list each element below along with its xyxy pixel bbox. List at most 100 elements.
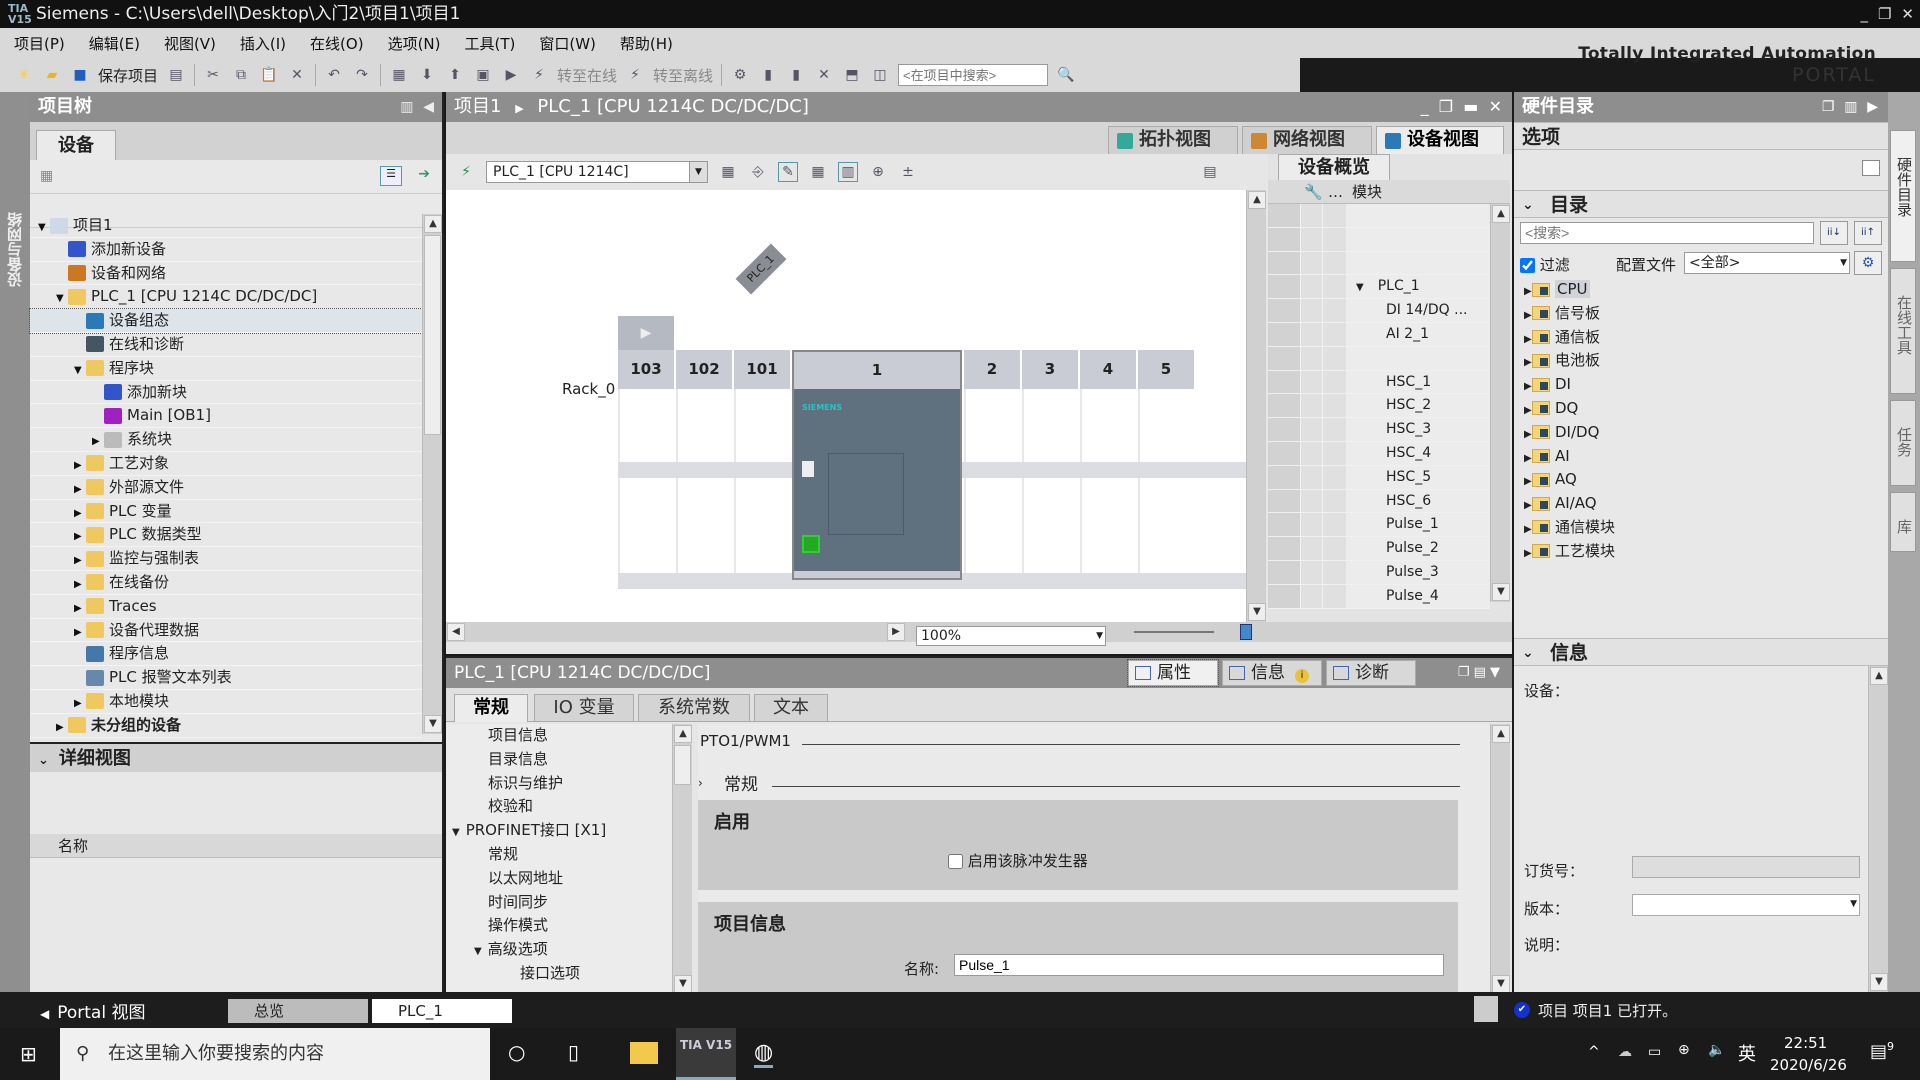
empty-slot[interactable] — [1138, 389, 1194, 579]
expanded-arrow-icon[interactable]: ▼ — [56, 287, 68, 311]
collapsed-arrow-icon[interactable]: ▶ — [1514, 375, 1532, 399]
property-nav-item[interactable]: 操作模式 — [446, 914, 672, 938]
collapsed-arrow-icon[interactable]: ▶ — [92, 430, 104, 454]
taskbar-search[interactable]: ⚲ 在这里输入你要搜索的内容 — [60, 1028, 490, 1080]
info-section-header[interactable]: ⌄ 信息 — [1514, 638, 1888, 666]
catalog-category[interactable]: ▶ 电池板 — [1514, 349, 1888, 373]
detail-view-header[interactable]: ⌄ 详细视图 — [30, 742, 442, 772]
go-offline-icon[interactable]: ⚡ — [625, 65, 645, 85]
device-canvas[interactable]: PLC_1 ▶ Rack_0 103 102 101 2 3 4 5 1 SIEMENS — [446, 190, 1246, 622]
scroll-down-button[interactable]: ▼ — [1870, 973, 1888, 991]
property-nav-item[interactable]: ▼ PROFINET接口 [X1] — [446, 819, 672, 843]
volume-icon[interactable]: 🔈 — [1708, 1042, 1725, 1058]
collapsed-arrow-icon[interactable]: ▶ — [1514, 494, 1532, 518]
catalog-section[interactable]: ⌄ 目录 — [1514, 190, 1888, 218]
network-icon[interactable]: ⊕ — [1678, 1042, 1690, 1058]
search-down-icon[interactable]: ii↓ — [1820, 221, 1848, 245]
menu-options[interactable]: 选项(N) — [388, 33, 441, 54]
float-editor-icon[interactable]: ❐ — [1439, 97, 1453, 116]
go-offline-button[interactable]: 转至离线 — [653, 65, 713, 86]
slot-header[interactable]: 103 — [618, 350, 674, 389]
cross-reference-icon[interactable]: ✕ — [814, 65, 834, 85]
download-icon[interactable]: ⬇ — [417, 65, 437, 85]
taskcard-online-tools[interactable]: 在线工具 — [1890, 268, 1916, 394]
property-content-scrollbar[interactable]: ▲ ▼ — [1490, 724, 1510, 994]
layout-icon[interactable]: ▥ — [1844, 99, 1857, 115]
taskbar-plc-tab[interactable]: PLC_1 — [372, 999, 512, 1023]
chevron-down-icon[interactable]: ▼ — [689, 162, 707, 182]
empty-slot[interactable] — [676, 389, 732, 579]
collapsed-arrow-icon[interactable]: ▶ — [1514, 399, 1532, 423]
overview-row[interactable]: DI 14/DQ ... — [1268, 299, 1490, 323]
property-nav-item[interactable]: 接口选项 — [446, 962, 672, 986]
menu-help[interactable]: 帮助(H) — [620, 33, 673, 54]
tree-item[interactable]: PLC 报警文本列表 — [30, 666, 422, 690]
expanded-arrow-icon[interactable]: ▼ — [474, 946, 482, 957]
close-button[interactable]: ✕ — [1901, 0, 1914, 28]
subsection-title[interactable]: 常规 — [724, 770, 758, 795]
plc-tag[interactable]: PLC_1 — [735, 243, 787, 295]
collapsed-arrow-icon[interactable]: ▶ — [74, 478, 86, 502]
catalog-category[interactable]: ▶ AI/AQ — [1514, 492, 1888, 516]
property-nav-item[interactable]: 时间同步 — [446, 891, 672, 915]
device-select[interactable]: PLC_1 [CPU 1214C] ▼ — [486, 161, 708, 183]
tree-item[interactable]: 程序信息 — [30, 642, 422, 667]
tia-portal-taskbar-button[interactable]: TIA V15 — [676, 1028, 736, 1080]
scroll-up-button[interactable]: ▲ — [674, 725, 692, 743]
overview-icon[interactable]: ▥ — [838, 162, 858, 182]
ime-indicator[interactable]: 英 — [1738, 1040, 1756, 1066]
overview-row[interactable] — [1268, 251, 1490, 276]
panel-float-icon[interactable]: ❐ ▤ ▼ — [1458, 658, 1500, 688]
accessible-devices-icon[interactable]: ⚙ — [730, 65, 750, 85]
task-view-icon[interactable]: ▯ — [568, 1040, 579, 1064]
expand-chevron-icon[interactable]: › — [698, 776, 703, 790]
overview-row[interactable]: HSC_3 — [1268, 418, 1490, 442]
subtab-texts[interactable]: 文本 — [754, 694, 828, 722]
project-tree-scrollbar[interactable]: ▲ ▼ — [422, 214, 442, 734]
collapsed-arrow-icon[interactable]: ▶ — [74, 502, 86, 526]
subtab-general[interactable]: 常规 — [454, 694, 528, 722]
onedrive-icon[interactable]: ☁ — [1618, 1044, 1632, 1060]
start-cpu-icon[interactable]: ▮ — [758, 65, 778, 85]
taskbar-overview-tab[interactable]: 总览 — [228, 999, 368, 1023]
scroll-up-button[interactable]: ▲ — [424, 215, 442, 233]
compile-icon[interactable]: ▦ — [389, 65, 409, 85]
collapsed-arrow-icon[interactable]: ▶ — [74, 692, 86, 716]
stop-cpu-icon[interactable]: ▮ — [786, 65, 806, 85]
profile-select[interactable]: <全部> ▼ — [1684, 252, 1850, 274]
catalog-category[interactable]: ▶ 通信模块 — [1514, 516, 1888, 540]
fit-icon[interactable] — [1240, 624, 1252, 640]
collapsed-arrow-icon[interactable]: ▶ — [1514, 304, 1532, 328]
scroll-down-button[interactable]: ▼ — [674, 975, 692, 993]
expanded-arrow-icon[interactable]: ▼ — [38, 216, 50, 240]
minimize-editor-icon[interactable]: _ — [1421, 97, 1429, 116]
tab-topology-view[interactable]: 拓扑视图 — [1108, 126, 1238, 154]
tree-item[interactable]: Main [OB1] — [30, 404, 422, 429]
tray-chevron-icon[interactable]: ^ — [1588, 1044, 1600, 1060]
catalog-category[interactable]: ▶ AI — [1514, 445, 1888, 469]
filter-checkbox[interactable] — [1520, 258, 1535, 273]
collapsed-arrow-icon[interactable]: ▶ — [74, 621, 86, 645]
collapsed-arrow-icon[interactable]: ▶ — [74, 525, 86, 549]
info-scrollbar[interactable]: ▲ ▼ — [1868, 666, 1888, 992]
property-nav-item[interactable]: 常规 — [446, 843, 672, 867]
slot-header[interactable]: 4 — [1080, 350, 1136, 389]
name-input[interactable] — [954, 954, 1444, 976]
catalog-category[interactable]: ▶ CPU — [1514, 278, 1888, 302]
menu-view[interactable]: 视图(V) — [164, 33, 216, 54]
tab-devices[interactable]: 设备 — [36, 130, 116, 160]
collapse-left-icon[interactable]: ◀ — [423, 99, 434, 115]
slot-header[interactable]: 102 — [676, 350, 732, 389]
scroll-thumb[interactable] — [424, 235, 441, 435]
tree-item[interactable]: ▶ 外部源文件 — [30, 476, 422, 500]
restore-button[interactable]: ❐ — [1878, 0, 1891, 28]
overview-row[interactable]: ▼ PLC_1 — [1268, 275, 1490, 300]
menu-tools[interactable]: 工具(T) — [465, 33, 516, 54]
project-search-input[interactable] — [898, 64, 1049, 86]
empty-slot[interactable] — [1022, 389, 1078, 579]
scroll-right-button[interactable]: ▶ — [887, 623, 905, 641]
overview-row[interactable]: Pulse_1 — [1268, 513, 1490, 538]
scroll-down-button[interactable]: ▼ — [1492, 583, 1510, 601]
menu-edit[interactable]: 编辑(E) — [89, 33, 140, 54]
collapsed-arrow-icon[interactable]: ▶ — [74, 549, 86, 573]
